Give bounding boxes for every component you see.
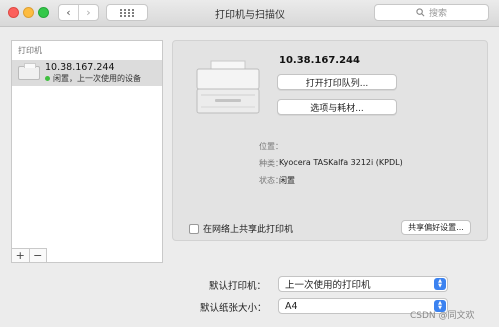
share-printer-checkbox[interactable] [189,223,199,234]
options-supplies-button[interactable]: 选项与耗材... [277,99,397,115]
printer-item-name: 10.38.167.244 [45,62,115,73]
printer-name: 10.38.167.244 [279,55,360,66]
status-dot-icon [45,76,50,81]
updown-arrows-icon: ▲ ▼ [434,278,446,290]
printer-list-controls: + − [11,248,47,263]
open-print-queue-button[interactable]: 打开打印队列... [277,74,397,90]
status-value: 闲置 [279,176,295,185]
add-printer-button[interactable]: + [12,249,29,262]
search-icon [416,8,425,17]
grid-icon [120,8,134,17]
default-printer-value: 上一次使用的打印机 [285,280,371,291]
watermark: CSDN @同文欢 [410,311,475,321]
printer-detail-panel: 10.38.167.244 打开打印队列... 选项与耗材... 位置： 种类：… [172,40,488,241]
share-printer-row: 在网络上共享此打印机 [189,222,293,235]
printer-list-header: 打印机 [18,46,42,55]
default-printer-label: 默认打印机： [209,281,267,292]
show-all-button[interactable] [106,4,148,21]
search-field[interactable]: 搜索 [374,4,489,21]
back-button[interactable]: ‹ [59,5,78,20]
printer-item-status: 闲置，上一次使用的设备 [53,74,141,83]
close-window-button[interactable] [8,7,19,18]
search-placeholder: 搜索 [428,9,447,19]
chevron-right-icon: › [86,6,91,19]
printer-list-item[interactable]: 10.38.167.244 闲置，上一次使用的设备 [12,60,162,86]
printer-list: 打印机 10.38.167.244 闲置，上一次使用的设备 [11,40,163,263]
forward-button[interactable]: › [78,5,98,20]
maximize-window-button[interactable] [38,7,49,18]
remove-printer-button[interactable]: − [28,249,47,262]
default-printer-select[interactable]: 上一次使用的打印机 ▲ ▼ [278,276,448,292]
paper-size-label: 默认纸张大小： [200,303,267,314]
printer-icon [196,60,260,114]
nav-buttons: ‹ › [58,4,99,21]
chevron-left-icon: ‹ [66,6,71,19]
sharing-preferences-button[interactable]: 共享偏好设置... [401,220,471,235]
printer-icon [18,63,40,80]
paper-size-value: A4 [285,300,298,312]
title-bar: ‹ › 打印机与扫描仪 搜索 [0,0,499,27]
kind-value: Kyocera TASKalfa 3212i (KPDL) [279,158,403,167]
minimize-window-button[interactable] [23,7,34,18]
window-title: 打印机与扫描仪 [215,10,285,21]
share-printer-label: 在网络上共享此打印机 [203,225,294,235]
location-label: 位置： [259,142,283,151]
